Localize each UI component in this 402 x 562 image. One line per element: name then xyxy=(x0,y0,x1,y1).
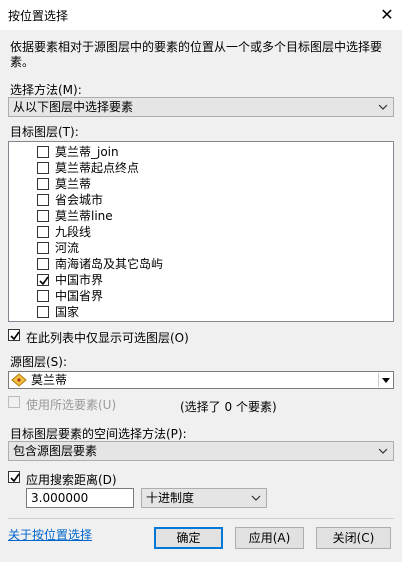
ok-button[interactable]: 确定 xyxy=(154,527,223,549)
close-button[interactable]: 关闭(C) xyxy=(316,527,391,549)
source-layer-dropdown[interactable]: 莫兰蒂 xyxy=(8,371,394,389)
spatial-method-dropdown[interactable]: 包含源图层要素 xyxy=(8,441,394,461)
checkbox-box[interactable] xyxy=(8,396,20,408)
use-selected-label: 使用所选要素(U) xyxy=(26,398,117,412)
apply-button[interactable]: 应用(A) xyxy=(235,527,304,549)
layer-checkbox[interactable] xyxy=(37,162,49,174)
layer-checkbox[interactable] xyxy=(37,178,49,190)
source-layer-label: 源图层(S): xyxy=(10,355,68,369)
layer-name: 莫兰蒂line xyxy=(55,209,113,223)
layer-name: 莫兰蒂起点终点 xyxy=(55,161,140,175)
layer-checkbox[interactable] xyxy=(37,258,49,270)
layer-name: 九段线 xyxy=(55,225,92,239)
layer-name: 莫兰蒂_join xyxy=(55,145,119,159)
spatial-method-value: 包含源图层要素 xyxy=(13,444,98,458)
layer-checkbox[interactable] xyxy=(37,194,49,206)
layer-name: 中国市界 xyxy=(55,273,104,287)
chevron-down-icon xyxy=(378,98,390,116)
help-link[interactable]: 关于按位置选择 xyxy=(8,526,92,543)
layer-name: 中国省界 xyxy=(55,289,104,303)
selected-count-status: (选择了 0 个要素) xyxy=(180,400,277,414)
chevron-down-icon xyxy=(378,373,392,387)
layer-name: 省会城市 xyxy=(55,193,104,207)
layer-checkbox[interactable] xyxy=(37,146,49,158)
distance-unit-dropdown[interactable]: 十进制度 xyxy=(141,488,267,508)
checkbox-box[interactable] xyxy=(8,471,20,483)
target-layers-list[interactable]: 莫兰蒂_join 莫兰蒂起点终点 莫兰蒂省会城市莫兰蒂line 九段线河流南海诸岛及其… xyxy=(8,141,394,322)
layer-checkbox[interactable] xyxy=(37,290,49,302)
only-selectable-checkbox[interactable] xyxy=(8,329,22,343)
footer-divider xyxy=(8,518,394,519)
close-icon[interactable]: ✕ xyxy=(376,4,398,26)
target-layers-label: 目标图层(T): xyxy=(10,125,79,139)
search-distance-input[interactable]: 3.000000 xyxy=(26,488,134,508)
layer-checkbox[interactable] xyxy=(37,306,49,318)
selection-method-value: 从以下图层中选择要素 xyxy=(13,100,134,114)
use-selected-checkbox[interactable] xyxy=(8,396,22,410)
layer-name: 河流 xyxy=(55,241,80,255)
spatial-method-label: 目标图层要素的空间选择方法(P): xyxy=(10,427,187,441)
checkbox-box[interactable] xyxy=(8,329,20,341)
selection-method-label: 选择方法(M): xyxy=(10,83,82,97)
chevron-down-icon xyxy=(251,489,263,507)
search-distance-checkbox[interactable] xyxy=(8,471,22,485)
selection-method-dropdown[interactable]: 从以下图层中选择要素 xyxy=(8,97,394,117)
chevron-down-icon xyxy=(378,442,390,460)
layer-checkbox[interactable] xyxy=(37,210,49,222)
description-text: 依据要素相对于源图层中的要素的位置从一个或多个目标图层中选择要素。 xyxy=(10,40,383,69)
layer-checkbox[interactable] xyxy=(37,242,49,254)
window-title: 按位置选择 xyxy=(8,9,69,23)
layer-checkbox[interactable] xyxy=(37,226,49,238)
layer-symbol-icon xyxy=(11,373,27,387)
layer-name: 国家 xyxy=(55,305,80,319)
distance-unit-value: 十进制度 xyxy=(146,491,195,505)
search-distance-label: 应用搜索距离(D) xyxy=(26,473,117,487)
only-selectable-label: 在此列表中仅显示可选图层(O) xyxy=(26,331,189,345)
layer-checkbox[interactable] xyxy=(37,274,49,286)
layer-name: 莫兰蒂 xyxy=(55,177,92,191)
layer-name: 南海诸岛及其它岛屿 xyxy=(55,257,164,271)
source-layer-value: 莫兰蒂 xyxy=(31,373,68,387)
